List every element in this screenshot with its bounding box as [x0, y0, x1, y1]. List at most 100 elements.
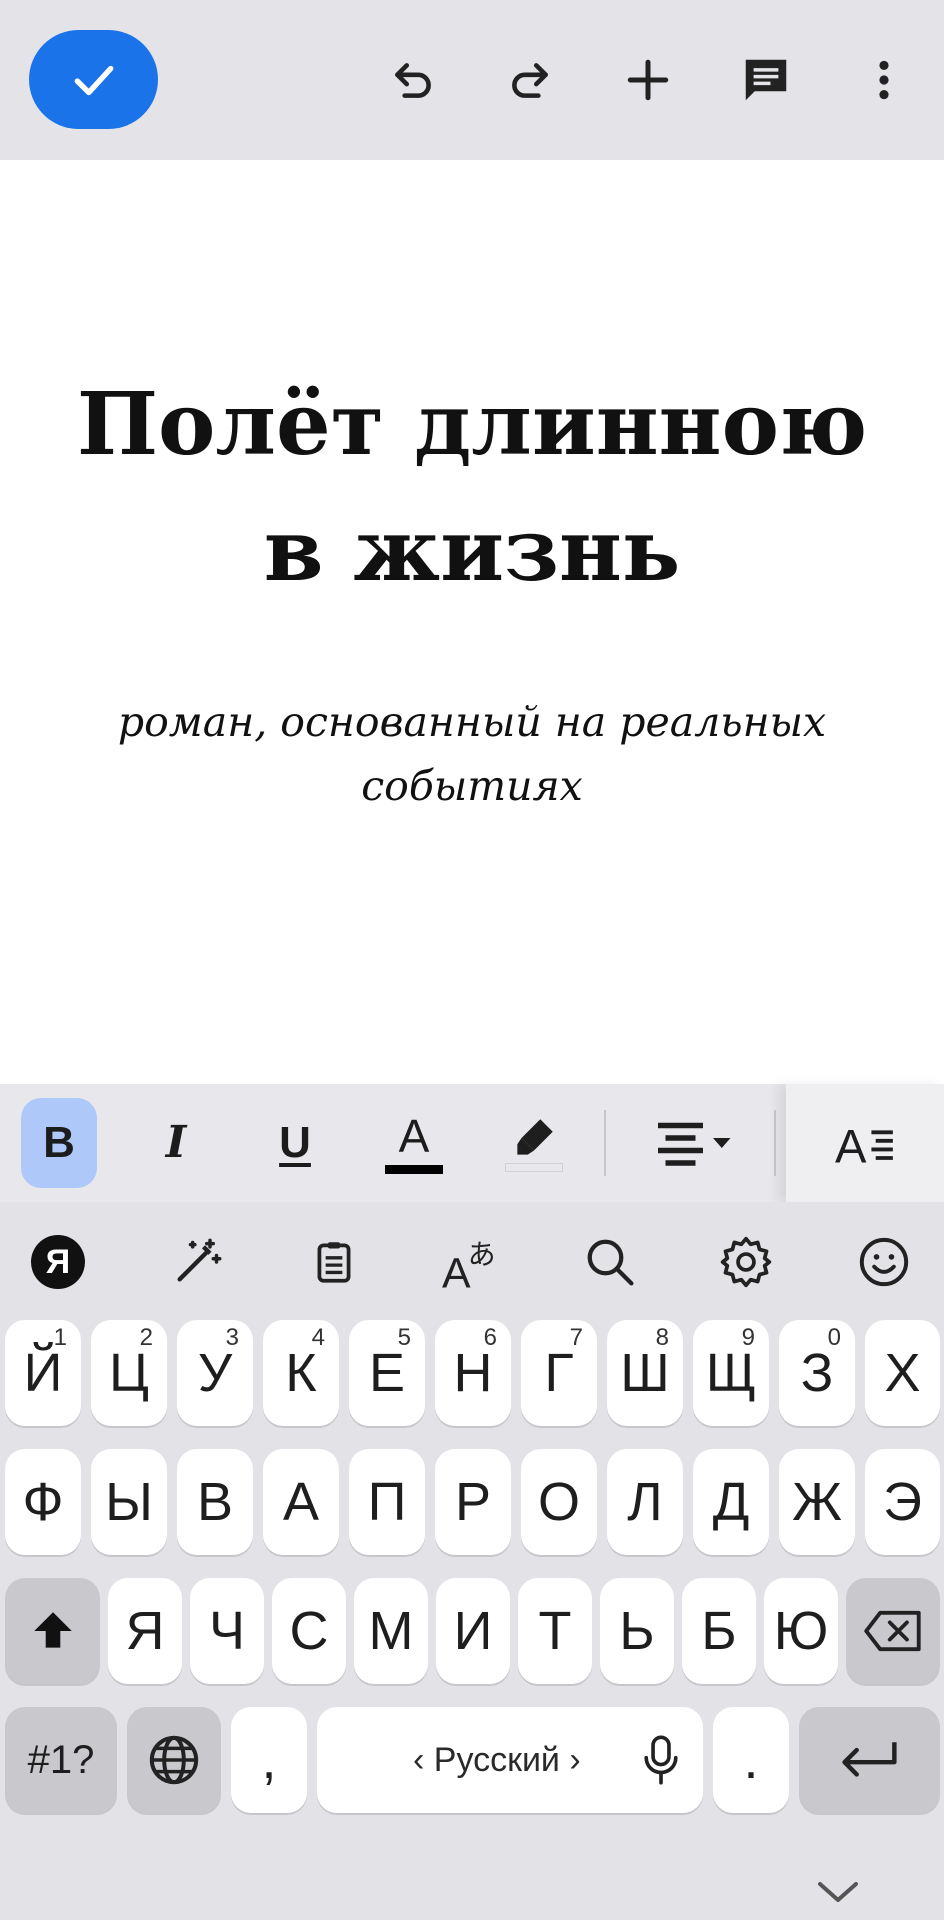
highlight-button[interactable]: [496, 1098, 572, 1188]
key-ts[interactable]: Ц2: [91, 1320, 167, 1426]
key-label: Ч: [209, 1601, 245, 1661]
search-button[interactable]: [570, 1222, 650, 1302]
underline-button[interactable]: U: [257, 1098, 333, 1188]
key-label: Т: [538, 1601, 572, 1661]
key-label: Л: [627, 1472, 663, 1532]
key-zh[interactable]: Ж: [779, 1449, 855, 1555]
key-label: .: [743, 1730, 759, 1790]
magic-wand-icon: [177, 1238, 222, 1282]
emoji-button[interactable]: [844, 1222, 924, 1302]
align-button[interactable]: [648, 1098, 738, 1188]
text-style-button[interactable]: A: [786, 1084, 944, 1202]
document-subtitle[interactable]: роман, основанный на реальных событиях: [60, 690, 884, 818]
key-label: Ы: [105, 1472, 153, 1532]
insert-button[interactable]: [608, 40, 688, 120]
backspace-icon: [864, 1610, 921, 1652]
settings-button[interactable]: [706, 1222, 786, 1302]
shift-key[interactable]: [5, 1578, 100, 1684]
key-z[interactable]: З0: [779, 1320, 855, 1426]
key-u[interactable]: У3: [177, 1320, 253, 1426]
key-m[interactable]: М: [354, 1578, 428, 1684]
key-d[interactable]: Д: [693, 1449, 769, 1555]
key-soft-sign[interactable]: Ь: [600, 1578, 674, 1684]
key-label: М: [368, 1601, 414, 1661]
key-n[interactable]: Н6: [435, 1320, 511, 1426]
key-hint: 3: [225, 1324, 239, 1351]
text-color-button[interactable]: A: [376, 1098, 452, 1188]
more-options-button[interactable]: [844, 40, 924, 120]
key-label: С: [289, 1601, 329, 1661]
key-label: Р: [454, 1472, 492, 1532]
key-ya[interactable]: Я: [108, 1578, 182, 1684]
svg-text:あ: あ: [468, 1238, 496, 1271]
document-canvas[interactable]: Полёт длинною в жизнь роман, основанный …: [0, 160, 944, 1084]
key-e[interactable]: Е5: [349, 1320, 425, 1426]
italic-icon: I: [165, 1117, 187, 1168]
enter-key[interactable]: [799, 1707, 940, 1813]
key-y[interactable]: Й1: [5, 1320, 81, 1426]
globe-icon: [149, 1735, 199, 1785]
align-center-icon: [658, 1122, 731, 1166]
key-label: Ь: [619, 1601, 655, 1661]
search-icon: [587, 1239, 634, 1286]
hide-keyboard-button[interactable]: [798, 1872, 878, 1912]
key-yi[interactable]: Ы: [91, 1449, 167, 1555]
document-title[interactable]: Полёт длинною в жизнь: [40, 362, 904, 614]
toolbar-divider: [774, 1110, 776, 1176]
on-screen-keyboard: Я Aあ Й1 Ц2 У3 К4 Е5 Н6 Г7 Ш8 Щ9 З0 Х Ф Ы…: [0, 1202, 944, 1920]
key-ch[interactable]: Ч: [190, 1578, 264, 1684]
bold-button[interactable]: B: [21, 1098, 97, 1188]
key-kh[interactable]: Х: [865, 1320, 940, 1426]
key-hint: 9: [741, 1324, 755, 1351]
key-v[interactable]: В: [177, 1449, 253, 1555]
toolbar-divider: [604, 1110, 606, 1176]
key-f[interactable]: Ф: [5, 1449, 81, 1555]
key-label: Ф: [22, 1472, 64, 1532]
key-l[interactable]: Л: [607, 1449, 683, 1555]
key-hint: 1: [53, 1324, 67, 1351]
key-shch[interactable]: Щ9: [693, 1320, 769, 1426]
key-hint: 0: [827, 1324, 841, 1351]
key-yu[interactable]: Ю: [764, 1578, 838, 1684]
magic-wand-button[interactable]: [157, 1222, 237, 1302]
key-t[interactable]: Т: [518, 1578, 592, 1684]
comments-button[interactable]: [726, 40, 806, 120]
key-k[interactable]: К4: [263, 1320, 339, 1426]
translate-icon: Aあ: [442, 1238, 496, 1290]
comma-key[interactable]: ,: [231, 1707, 307, 1813]
done-button[interactable]: [29, 30, 158, 129]
key-label: Д: [712, 1472, 750, 1532]
key-eh[interactable]: Э: [865, 1449, 940, 1555]
settings-icon: [720, 1236, 772, 1288]
key-label: В: [196, 1472, 234, 1532]
key-sh[interactable]: Ш8: [607, 1320, 683, 1426]
key-r[interactable]: Р: [435, 1449, 511, 1555]
text-color-icon: A: [398, 1109, 430, 1162]
app-toolbar: [0, 0, 944, 160]
clipboard-button[interactable]: [294, 1222, 374, 1302]
key-hint: 2: [139, 1324, 153, 1351]
italic-button[interactable]: I: [138, 1098, 214, 1188]
key-o[interactable]: О: [521, 1449, 597, 1555]
backspace-key[interactable]: [846, 1578, 940, 1684]
key-g[interactable]: Г7: [521, 1320, 597, 1426]
key-a[interactable]: А: [263, 1449, 339, 1555]
svg-text:A: A: [835, 1119, 867, 1168]
key-hint: 6: [483, 1324, 497, 1351]
space-key[interactable]: ‹ Русский ›: [317, 1707, 703, 1813]
language-key[interactable]: [127, 1707, 221, 1813]
space-key-label: ‹ Русский ›: [413, 1740, 581, 1779]
key-b[interactable]: Б: [682, 1578, 756, 1684]
undo-button[interactable]: [373, 40, 453, 120]
period-key[interactable]: .: [713, 1707, 789, 1813]
translate-button[interactable]: Aあ: [432, 1222, 512, 1302]
key-s[interactable]: С: [272, 1578, 346, 1684]
key-i[interactable]: И: [436, 1578, 510, 1684]
symbols-key[interactable]: #1?: [5, 1707, 117, 1813]
redo-button[interactable]: [490, 40, 570, 120]
microphone-icon[interactable]: [641, 1735, 681, 1785]
undo-icon: [395, 63, 431, 98]
key-label: Ж: [792, 1472, 842, 1532]
yandex-button[interactable]: Я: [18, 1222, 98, 1302]
key-p[interactable]: П: [349, 1449, 425, 1555]
